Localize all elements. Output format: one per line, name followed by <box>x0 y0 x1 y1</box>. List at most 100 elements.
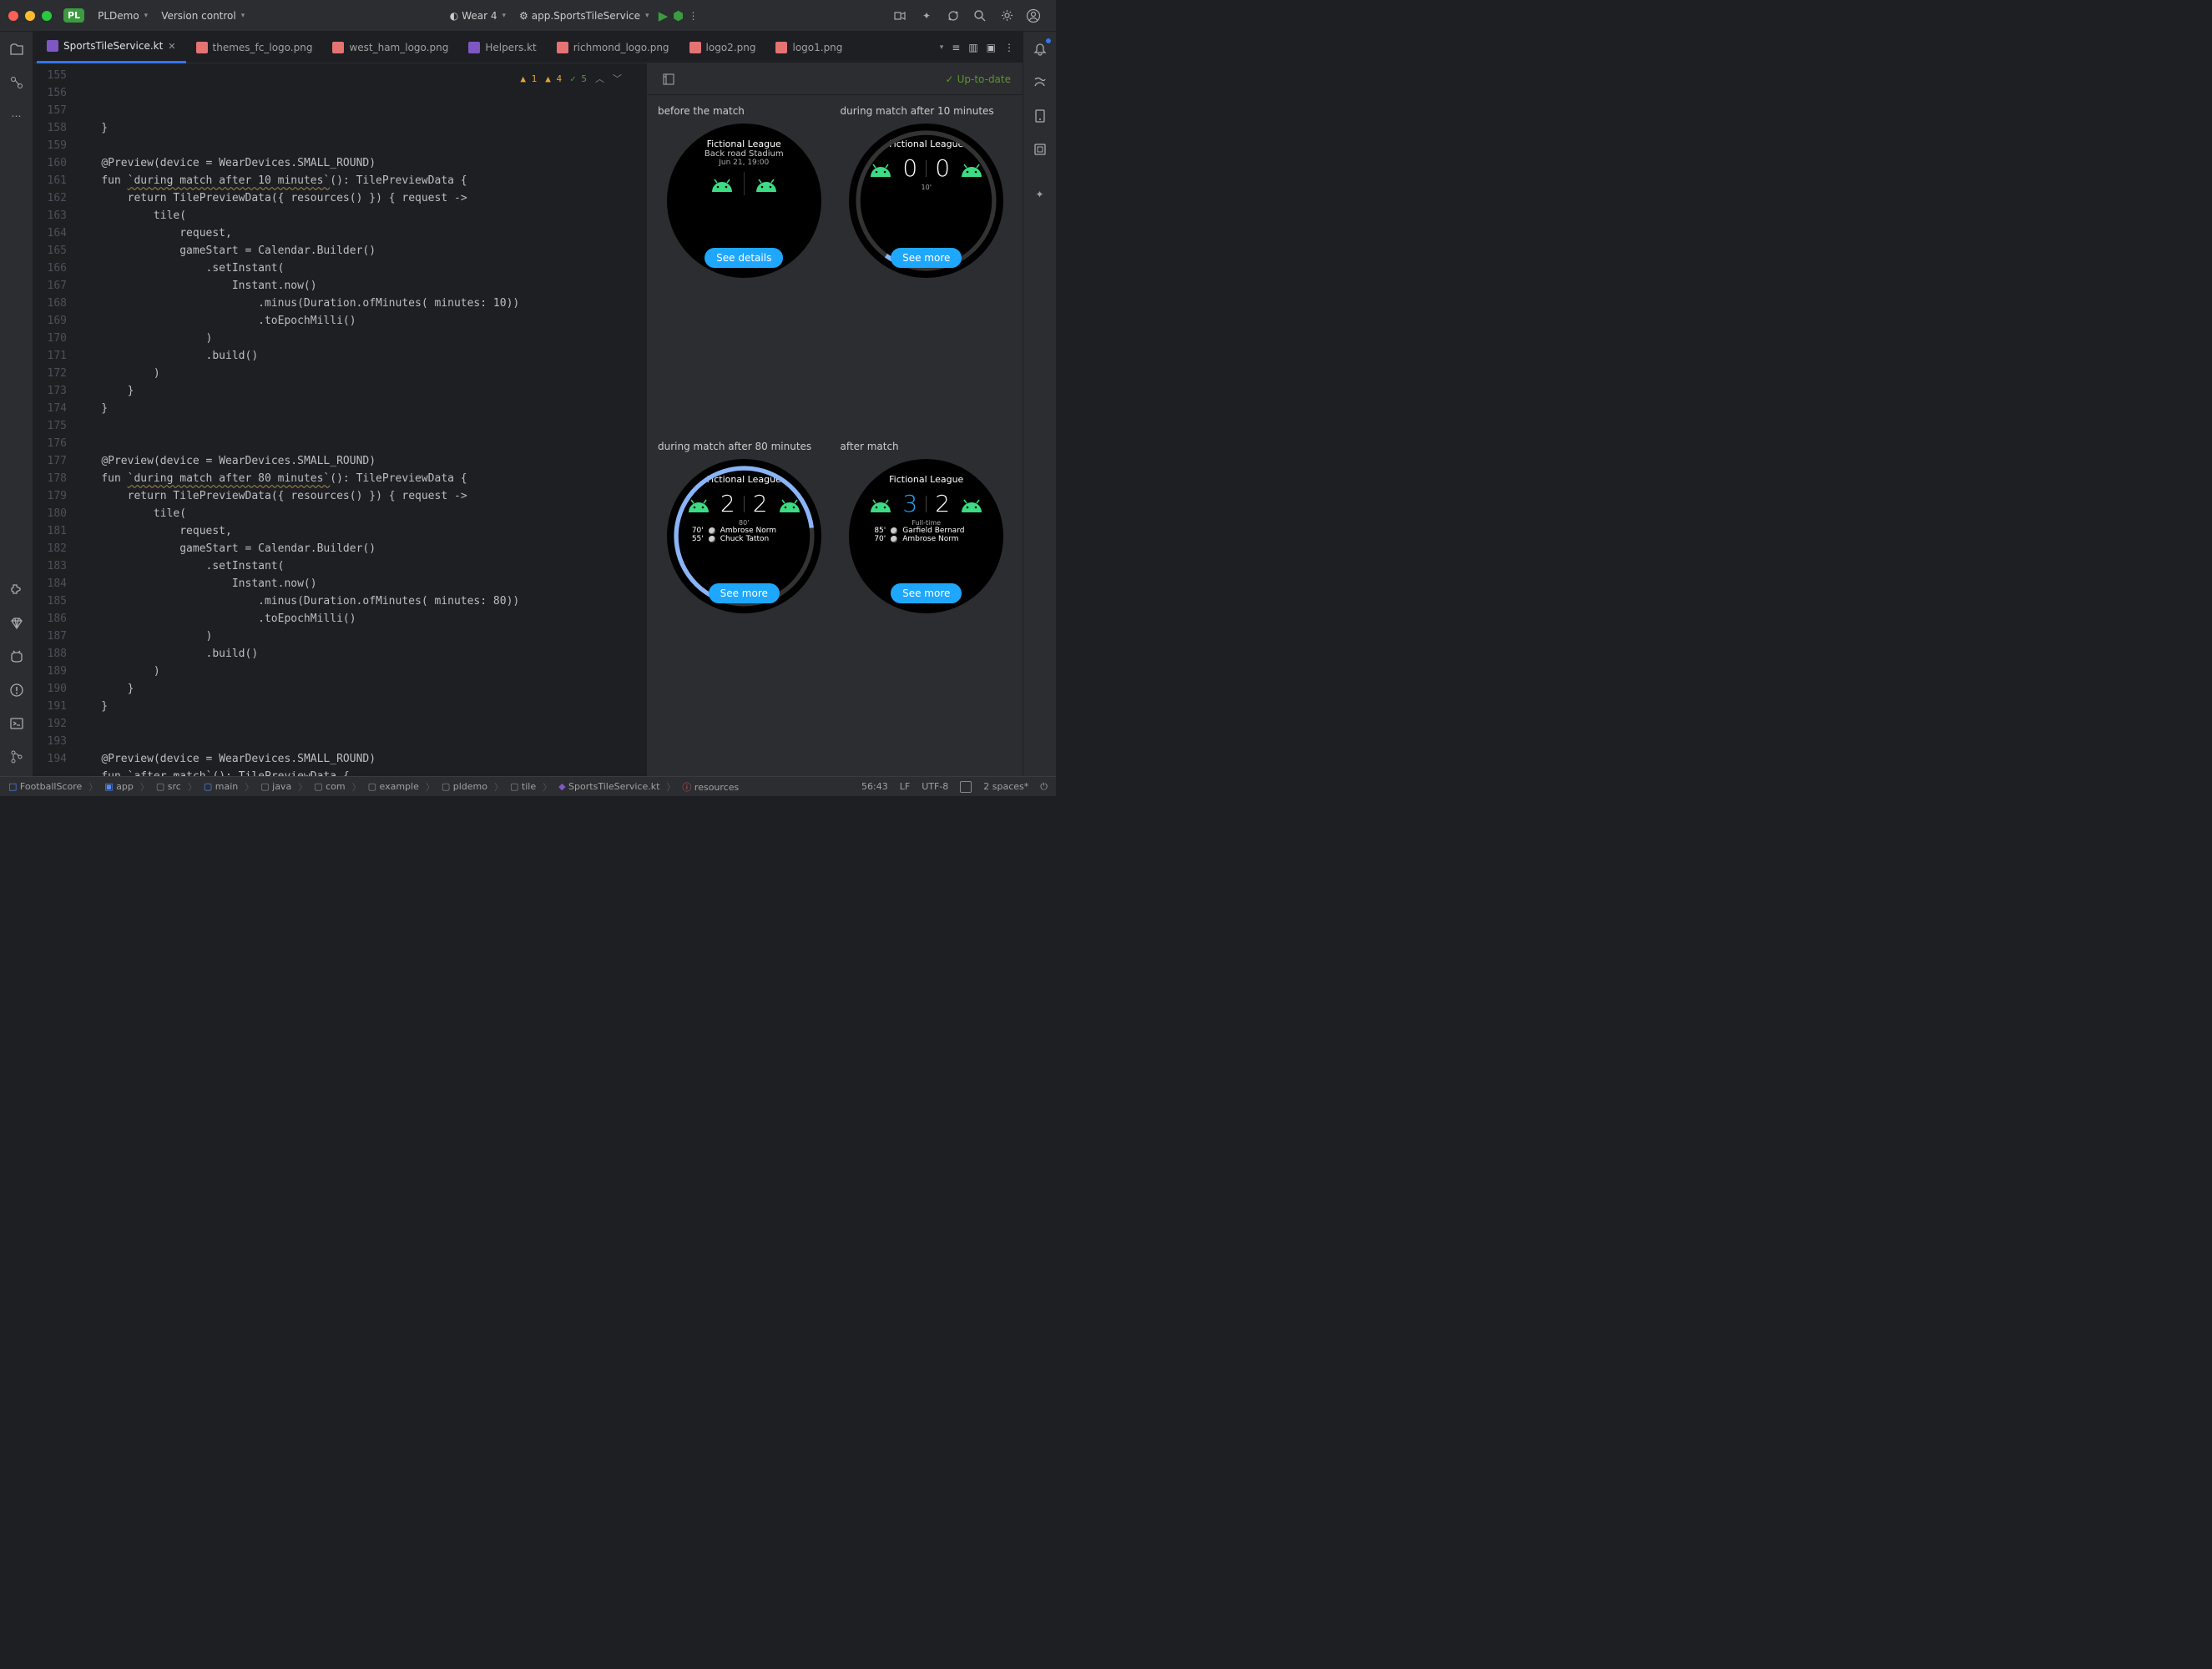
tab-label: SportsTileService.kt <box>63 40 163 52</box>
code-area[interactable]: ▲ 1 ▲ 4 ✓ 5 ︿ ﹀ } @Preview(device = Wear… <box>75 63 637 776</box>
settings-icon[interactable] <box>999 8 1014 23</box>
line-gutter: 155 156 157 158 159 160 161 162 163 164 … <box>33 63 75 776</box>
close-window[interactable] <box>8 11 18 21</box>
editor-scrollbar[interactable] <box>637 63 647 776</box>
preview-label: after match <box>841 441 1013 452</box>
tile-button[interactable]: See more <box>709 583 780 603</box>
close-icon[interactable]: ✕ <box>168 41 175 52</box>
breadcrumb-item[interactable]: ◆ SportsTileService.kt <box>558 781 659 792</box>
tab-label: logo1.png <box>792 42 842 53</box>
terminal-tool-icon[interactable] <box>8 714 26 733</box>
ai-assistant-icon[interactable]: ✦ <box>1031 185 1049 204</box>
inspections-widget[interactable]: ▲ 1 ▲ 4 ✓ 5 ︿ ﹀ <box>517 68 625 89</box>
tabs-dropdown[interactable]: ▾ <box>940 43 944 52</box>
readonly-toggle-icon[interactable] <box>960 781 972 793</box>
logcat-tool-icon[interactable] <box>8 648 26 666</box>
debug-button[interactable]: ⬢ <box>671 8 686 23</box>
tab-label: Helpers.kt <box>485 42 536 53</box>
build-tool-icon[interactable] <box>8 581 26 599</box>
watch-preview: Fictional League2280'70'Ambrose Norm55'C… <box>667 459 821 613</box>
updates-icon[interactable] <box>946 8 961 23</box>
more-actions[interactable]: ⋮ <box>686 8 701 23</box>
breadcrumb-item[interactable]: □ FootballScore <box>8 781 82 792</box>
watch-preview: Fictional LeagueBack road StadiumJun 21,… <box>667 124 821 278</box>
top-bar: PL PLDemo▾ Version control▾ ◐Wear 4▾ ⚙ap… <box>0 0 1056 32</box>
breadcrumb-item[interactable]: ▢ example <box>368 781 419 792</box>
gem-tool-icon[interactable] <box>8 614 26 633</box>
search-icon[interactable] <box>972 8 987 23</box>
indent-info[interactable]: 2 spaces* <box>983 781 1028 792</box>
tile-button[interactable]: See details <box>705 248 783 268</box>
emulator-icon[interactable] <box>1031 140 1049 159</box>
preview-label: during match after 80 minutes <box>658 441 831 452</box>
breadcrumb-item[interactable]: ▣ app <box>104 781 134 792</box>
mem-indicator-icon[interactable]: ⏻ <box>1040 781 1048 793</box>
split-view-icon[interactable]: ▥ <box>968 42 977 53</box>
tab-Helpers-kt[interactable]: Helpers.kt <box>458 32 546 63</box>
code-editor[interactable]: 155 156 157 158 159 160 161 162 163 164 … <box>33 63 647 776</box>
problems-tool-icon[interactable] <box>8 681 26 699</box>
tile-button[interactable]: See more <box>891 583 962 603</box>
tab-logo2-png[interactable]: logo2.png <box>679 32 766 63</box>
project-name: PLDemo <box>98 10 139 22</box>
preview-during-match-after-80-minutes: during match after 80 minutes Fictional L… <box>658 441 831 766</box>
editor-tabs: SportsTileService.kt ✕ themes_fc_logo.png w… <box>33 32 1023 63</box>
file-encoding[interactable]: UTF-8 <box>922 781 948 792</box>
tab-options-icon[interactable]: ⋮ <box>1004 42 1014 53</box>
next-highlight-icon[interactable]: ﹀ <box>613 70 622 88</box>
code-with-me-icon[interactable] <box>892 8 907 23</box>
maximize-window[interactable] <box>42 11 52 21</box>
project-badge: PL <box>63 8 84 23</box>
more-tools-icon[interactable]: ⋯ <box>8 107 26 125</box>
notifications-icon[interactable] <box>1031 40 1049 58</box>
tab-themes_fc_logo-png[interactable]: themes_fc_logo.png <box>186 32 323 63</box>
tab-label: logo2.png <box>706 42 756 53</box>
line-separator[interactable]: LF <box>900 781 910 792</box>
breadcrumb-item[interactable]: ▢ src <box>156 781 181 792</box>
device-manager-icon[interactable] <box>1031 107 1049 125</box>
preview-label: before the match <box>658 105 831 117</box>
breadcrumb-item[interactable]: ▢ java <box>260 781 291 792</box>
run-config-selector[interactable]: ⚙app.SportsTileService▾ <box>513 7 656 25</box>
prev-highlight-icon[interactable]: ︿ <box>595 70 604 88</box>
tab-richmond_logo-png[interactable]: richmond_logo.png <box>547 32 679 63</box>
device-selector[interactable]: ◐Wear 4▾ <box>443 7 513 25</box>
minimize-window[interactable] <box>25 11 35 21</box>
preview-after-match: after match Fictional League32Full-time85… <box>841 441 1013 766</box>
window-controls <box>8 11 52 21</box>
breadcrumb-item[interactable]: ▢ main <box>204 781 238 792</box>
status-bar: □ FootballScore〉▣ app〉▢ src〉▢ main〉▢ jav… <box>0 776 1056 796</box>
device-icon: ◐ <box>450 10 458 22</box>
vcs-tool-icon[interactable] <box>8 748 26 766</box>
preview-refresh-icon[interactable] <box>659 70 678 88</box>
bug-icon[interactable]: ✦ <box>919 8 934 23</box>
account-icon[interactable] <box>1026 8 1041 23</box>
config-icon: ⚙ <box>519 10 528 22</box>
left-tool-rail: ⋯ <box>0 32 33 776</box>
run-button[interactable]: ▶ <box>656 8 671 23</box>
list-view-icon[interactable]: ≡ <box>952 42 960 53</box>
chevron-down-icon: ▾ <box>144 12 149 20</box>
error-count: ▲ 1 <box>520 70 537 88</box>
project-tool-icon[interactable] <box>8 40 26 58</box>
watch-preview: Fictional League32Full-time85'Garfield B… <box>849 459 1003 613</box>
breadcrumb-item[interactable]: ▢ tile <box>510 781 536 792</box>
tab-label: themes_fc_logo.png <box>213 42 313 53</box>
tile-button[interactable]: See more <box>891 248 962 268</box>
wear-preview-pane: ✓ Up-to-date before the matchFictional L… <box>647 63 1023 776</box>
project-selector[interactable]: PLDemo ▾ <box>91 7 154 25</box>
structure-tool-icon[interactable] <box>8 73 26 92</box>
image-view-icon[interactable]: ▣ <box>987 42 996 53</box>
vcs-label: Version control <box>161 10 236 22</box>
breadcrumb-item[interactable]: ▢ com <box>314 781 345 792</box>
caret-position[interactable]: 56:43 <box>861 781 888 792</box>
breadcrumb-item[interactable]: ▢ pldemo <box>442 781 487 792</box>
breadcrumb-item[interactable]: ⓘ resources <box>682 780 739 794</box>
tab-west_ham_logo-png[interactable]: west_ham_logo.png <box>322 32 458 63</box>
vcs-selector[interactable]: Version control▾ <box>154 7 251 25</box>
tab-logo1-png[interactable]: logo1.png <box>765 32 852 63</box>
gradle-tool-icon[interactable] <box>1031 73 1049 92</box>
breadcrumbs[interactable]: □ FootballScore〉▣ app〉▢ src〉▢ main〉▢ jav… <box>8 780 739 794</box>
chevron-down-icon: ▾ <box>645 12 649 20</box>
tab-SportsTileService-kt[interactable]: SportsTileService.kt ✕ <box>37 32 186 63</box>
